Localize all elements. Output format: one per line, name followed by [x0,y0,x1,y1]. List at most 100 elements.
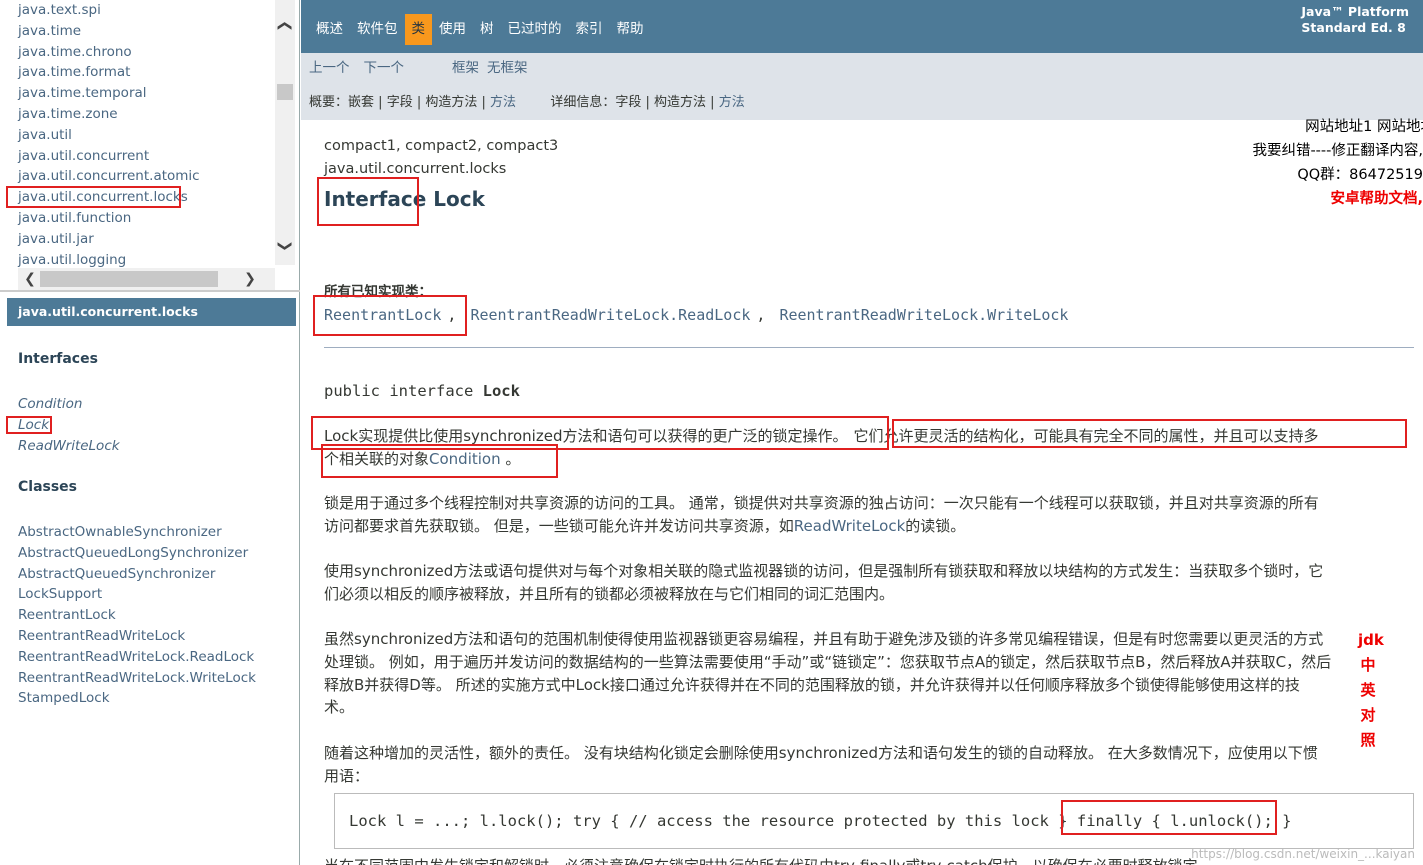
package-list-frame: java.text.spi java.time java.time.chrono ja… [0,0,300,292]
package-link[interactable]: java.util [18,125,268,146]
package-link[interactable]: java.text.spi [18,0,268,21]
divider [324,347,1414,348]
highlight-box [6,186,181,208]
watermark-text: https://blog.csdn.net/weixin_...kaiyan [1191,847,1415,861]
detail-link: 构造方法 [654,95,707,110]
readwritelock-link[interactable]: ReadWriteLock [794,517,906,535]
title-name: Lock [433,187,485,211]
nav-item[interactable]: 概述 [309,14,350,45]
paragraph-4: 虽然synchronized方法和语句的范围机制使得使用监视器锁更容易编程，并且… [324,628,1402,719]
package-link[interactable]: java.util.concurrent [18,146,268,167]
paragraph-3: 使用synchronized方法或语句提供对与每个对象相关联的隐式监视器锁的访问… [324,560,1402,606]
scroll-up-icon[interactable]: ❮ [275,16,295,36]
sub-navigation-bar: 上一个 下一个 框架 无框架 概要：嵌套 | 字段 | 构造方法 | 方法 详细… [301,53,1423,120]
side-note-char: 英 [1360,681,1376,699]
implementing-class-link[interactable]: ReentrantReadWriteLock.ReadLock [470,306,750,324]
package-link[interactable]: java.util.jar [18,229,268,250]
class-link[interactable]: StampedLock [18,688,256,709]
subnav-row-links: 上一个 下一个 框架 无框架 [309,59,528,77]
main-content-frame: 概述 软件包类使用树已过时的 索引 帮助 Java™ Platform Standar… [301,0,1423,865]
interfaces-heading: Interfaces [18,351,98,367]
paragraph-5: 随着这种增加的灵活性，额外的责任。 没有块结构化锁定会删除使用synchroni… [324,742,1402,788]
nav-list: 概述 软件包类使用树已过时的 索引 帮助 [309,14,651,45]
horizontal-scrollbar[interactable]: ❮ ❯ [18,268,275,290]
nav-item[interactable]: 软件包 [350,14,405,45]
classes-heading: Classes [18,479,78,495]
platform-line1: Java™ Platform [1301,4,1409,19]
package-link[interactable]: java.time [18,21,268,42]
link-separator: | [477,95,491,110]
summary-link[interactable]: 方法 [490,95,516,110]
scroll-thumb-horizontal[interactable] [40,271,218,287]
implementing-class-link[interactable]: ReentrantReadWriteLock.WriteLock [779,306,1068,324]
highlight-box [6,416,52,434]
package-list: java.text.spi java.time java.time.chrono ja… [18,0,268,270]
class-list-frame: java.util.concurrent.locks Interfaces Co… [0,294,300,865]
highlight-box [892,419,1407,448]
p4-line-a: 虽然synchronized方法和语句的范围机制使得使用监视器锁更容易编程，并且… [324,630,1324,648]
summary-link: 构造方法 [425,95,478,110]
class-link[interactable]: ReentrantReadWriteLock.WriteLock [18,668,256,689]
class-description: compact1, compact2, compact3 java.util.c… [324,120,1414,865]
link-separator: | [641,95,655,110]
package-link[interactable]: java.util.function [18,208,268,229]
package-name: java.util.concurrent.locks [324,161,507,177]
p5-line-a: 随着这种增加的灵活性，额外的责任。 没有块结构化锁定会删除使用synchroni… [324,744,1318,762]
package-link[interactable]: java.time.temporal [18,83,268,104]
nav-item[interactable]: 使用 [432,14,473,45]
scroll-down-icon[interactable]: ❯ [275,236,295,256]
class-link[interactable]: ReentrantLock [18,605,256,626]
declaration-name: Lock [482,382,520,400]
p2-line-b: 访问都要求首先获取锁。 但是，一些锁可能允许并发访问共享资源，如 [324,516,794,535]
nav-item[interactable]: 树 [473,14,501,45]
frames-link[interactable]: 框架 [452,59,479,77]
link-separator: | [374,95,387,110]
class-link[interactable]: AbstractQueuedSynchronizer [18,564,256,585]
interface-link[interactable]: ReadWriteLock [18,436,120,457]
scroll-right-icon[interactable]: ❯ [240,268,260,290]
class-link[interactable]: LockSupport [18,584,256,605]
link-separator: | [412,95,426,110]
class-link[interactable]: AbstractQueuedLongSynchronizer [18,543,256,564]
class-link[interactable]: AbstractOwnableSynchronizer [18,522,256,543]
subnav-summary-detail: 概要：嵌套 | 字段 | 构造方法 | 方法 详细信息：字段 | 构造方法 | … [309,94,745,112]
side-note-char: jdk [1358,631,1384,649]
interface-link[interactable]: Condition [18,394,120,415]
summary-link: 嵌套 [348,95,375,110]
nav-item[interactable]: 索引 [569,14,610,45]
left-frames: java.text.spi java.time java.time.chrono ja… [0,0,300,865]
class-list: AbstractOwnableSynchronizer AbstractQueue… [18,522,256,709]
highlight-box [317,177,419,226]
detail-link[interactable]: 方法 [719,95,745,110]
side-note-char: 对 [1360,706,1376,724]
class-link[interactable]: ReentrantReadWriteLock [18,626,256,647]
nav-item: 类 [404,14,432,45]
scroll-left-icon[interactable]: ❮ [20,268,40,290]
p3-line-b: 们必须以相反的顺序被释放，并且所有的锁都必须被释放在与它们相同的词汇范围内。 [324,584,895,603]
vertical-scrollbar[interactable]: ❮ ❯ [275,0,295,265]
comma-separator: , [756,306,766,324]
nav-item[interactable]: 帮助 [610,14,651,45]
platform-line2: Standard Ed. 8 [1301,20,1406,35]
package-link[interactable]: java.time.zone [18,104,268,125]
package-link[interactable]: java.time.format [18,62,268,83]
class-link[interactable]: ReentrantReadWriteLock.ReadLock [18,647,256,668]
package-header[interactable]: java.util.concurrent.locks [7,298,296,326]
nav-item[interactable]: 已过时的 [501,14,569,45]
summary-label: 概要： [309,95,349,110]
side-note-vertical: jdk 中英对照 [1358,628,1384,753]
summary-link: 字段 [386,95,413,110]
next-class-link[interactable]: 下一个 [364,59,405,77]
scroll-thumb[interactable] [277,84,293,100]
detail-label: 详细信息： [550,95,616,110]
platform-label: Java™ Platform Standard Ed. 8 [1301,4,1409,36]
side-note-char: 照 [1360,731,1376,749]
noframes-link[interactable]: 无框架 [487,59,528,77]
package-link[interactable]: java.time.chrono [18,42,268,63]
interface-declaration: public interface Lock [324,382,520,400]
p4-line-c: 释放B并获得D等。 所述的实施方式中Lock接口通过允许获得并在不同的范围释放的… [324,675,1300,694]
package-link[interactable]: java.util.concurrent.atomic [18,166,268,187]
highlight-box [321,444,558,478]
paragraph-2: 锁是用于通过多个线程控制对共享资源的访问的工具。 通常，锁提供对共享资源的独占访… [324,492,1402,538]
prev-class-link[interactable]: 上一个 [309,59,350,77]
